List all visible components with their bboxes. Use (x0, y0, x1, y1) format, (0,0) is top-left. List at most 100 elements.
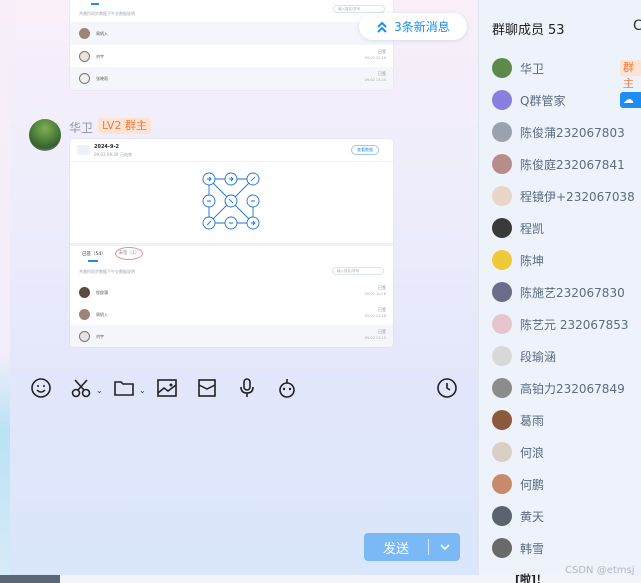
search-icon[interactable]: C (633, 18, 641, 34)
member-item[interactable]: 黄天 (479, 500, 641, 532)
members-title: 群聊成员 53 (492, 19, 565, 38)
row-status: 已签 (378, 285, 386, 290)
row-time: 09-02 12:16 (364, 292, 386, 296)
avatar (79, 73, 90, 84)
owner-badge: 群主 (620, 60, 641, 90)
table-row[interactable]: 张晓雨 已签 09-02 13:24 (70, 67, 393, 90)
avatar (79, 331, 90, 342)
scissors-icon[interactable] (70, 377, 92, 399)
member-item[interactable]: 高铂力232067849 (479, 372, 641, 404)
card-search-input[interactable]: 输入姓名/学号 (332, 267, 384, 275)
robot-icon[interactable] (276, 377, 298, 399)
card-state: 已结束 (120, 152, 132, 157)
table-row[interactable]: 周炳入 已签 09-02 12:18 (70, 303, 393, 326)
avatar (492, 122, 512, 142)
send-options-button[interactable] (429, 543, 460, 551)
chat-message-area[interactable]: 共邀约同步数据下午交数据说明 输入姓名/学号 周炳入 刘宇 已签 09-02 1… (10, 0, 478, 368)
left-edge-strip (0, 0, 10, 583)
avatar (492, 410, 512, 430)
member-item[interactable]: 陈俊蒲232067803 (479, 116, 641, 148)
member-item[interactable]: 陈施艺232067830 (479, 276, 641, 308)
avatar (492, 90, 512, 110)
image-icon[interactable] (156, 377, 178, 399)
tab-underline (91, 3, 99, 5)
avatar (492, 346, 512, 366)
member-item[interactable]: 何鹏 (479, 468, 641, 500)
folder-icon[interactable] (113, 377, 135, 399)
avatar (79, 287, 90, 298)
taskbar-fragment (0, 575, 60, 583)
member-name: 高铂力232067849 (520, 382, 625, 396)
card-search-input[interactable]: 输入姓名/学号 (333, 5, 385, 13)
avatar (492, 506, 512, 526)
sender-avatar[interactable] (29, 119, 61, 151)
avatar (492, 186, 512, 206)
group-members-panel[interactable]: 群聊成员53 C 华卫 群主 Q群管家 ☁ 陈俊蒲232067803 陈俊庭2320678… (478, 0, 641, 575)
member-item[interactable]: 陈俊庭232067841 (479, 148, 641, 180)
member-name: 华卫 (520, 62, 545, 76)
row-status: 已签 (378, 307, 386, 312)
row-name: 刘宇 (96, 334, 104, 339)
member-name: 陈俊庭232067841 (520, 158, 625, 172)
member-item[interactable]: 葛雨 (479, 404, 641, 436)
row-time: 09-02 12:16 (364, 56, 386, 60)
tab-signed[interactable]: 已签（54） (82, 251, 106, 257)
pattern-lock-icon (202, 172, 260, 230)
member-item[interactable]: 华卫 群主 (479, 52, 641, 90)
checkin-card[interactable]: 2024-9-2 09-02 09:30 已结束 查看数据 已签（54） 未签（… (70, 139, 393, 347)
card-desc: 共邀约同步数据下午交数据说明 (79, 269, 135, 274)
members-title-label: 群聊成员 (492, 23, 545, 38)
member-item[interactable]: 陈艺元 232067853 (479, 308, 641, 340)
checkin-card-previous[interactable]: 共邀约同步数据下午交数据说明 输入姓名/学号 周炳入 刘宇 已签 09-02 1… (70, 0, 393, 90)
watermark-text: CSDN @etmsj (565, 565, 635, 576)
chevron-down-icon[interactable]: ⌄ (139, 386, 146, 395)
chevron-down-icon[interactable]: ⌄ (96, 386, 103, 395)
table-row[interactable]: 刘宇 已签 09-02 13:15 (70, 325, 393, 347)
microphone-icon[interactable] (236, 377, 258, 399)
row-name: 刘宇 (96, 54, 104, 59)
sender-name[interactable]: 华卫 (69, 119, 93, 136)
sender-level-badge: LV2 群主 (98, 118, 151, 134)
member-item[interactable]: 程镜伊+232067038 (479, 180, 641, 212)
member-item[interactable]: 段瑜涵 (479, 340, 641, 372)
avatar (79, 28, 90, 39)
member-name: 黄天 (520, 510, 545, 524)
member-item[interactable]: 陈坤 (479, 244, 641, 276)
member-item[interactable]: Q群管家 ☁ (479, 84, 641, 116)
avatar (492, 218, 512, 238)
member-name: 韩雪 (520, 542, 545, 556)
avatar (79, 51, 90, 62)
avatar (492, 474, 512, 494)
view-data-button[interactable]: 查看数据 (351, 145, 379, 155)
avatar (79, 309, 90, 320)
emoji-icon[interactable] (30, 377, 52, 399)
new-messages-button[interactable]: 3条新消息 (359, 13, 467, 40)
red-packet-icon[interactable] (196, 377, 218, 399)
member-name: 段瑜涵 (520, 350, 557, 364)
divider (70, 161, 393, 162)
compose-area[interactable]: ⌄ ⌄ 发送 (10, 368, 478, 575)
send-button[interactable]: 发送 (364, 533, 460, 561)
new-messages-label: 3条新消息 (394, 20, 450, 34)
member-name: 何鹏 (520, 478, 545, 492)
member-item[interactable]: 韩雪 (479, 532, 641, 564)
member-item[interactable]: 程凯 (479, 212, 641, 244)
member-name: 陈艺元 232067853 (520, 318, 629, 332)
clock-icon[interactable] (436, 377, 458, 399)
section-divider (70, 243, 393, 246)
avatar (492, 314, 512, 334)
table-row[interactable]: 周炳入 (70, 22, 393, 45)
avatar (492, 282, 512, 302)
row-name: 周炳入 (96, 31, 108, 36)
card-desc: 共邀约同步数据下午交数据说明 (79, 11, 135, 16)
member-item[interactable]: 何浪 (479, 436, 641, 468)
row-time: 09-02 13:15 (364, 336, 386, 340)
avatar (492, 538, 512, 558)
table-row[interactable]: 程俊蒲 已签 09-02 12:16 (70, 281, 393, 304)
table-row[interactable]: 刘宇 已签 09-02 12:16 (70, 45, 393, 68)
chevron-down-icon (439, 544, 450, 551)
row-status: 已签 (378, 71, 386, 76)
member-name: 陈施艺232067830 (520, 286, 625, 300)
row-time: 09-02 13:24 (364, 78, 386, 82)
tab-unsigned[interactable]: 未签（1） (115, 247, 143, 260)
